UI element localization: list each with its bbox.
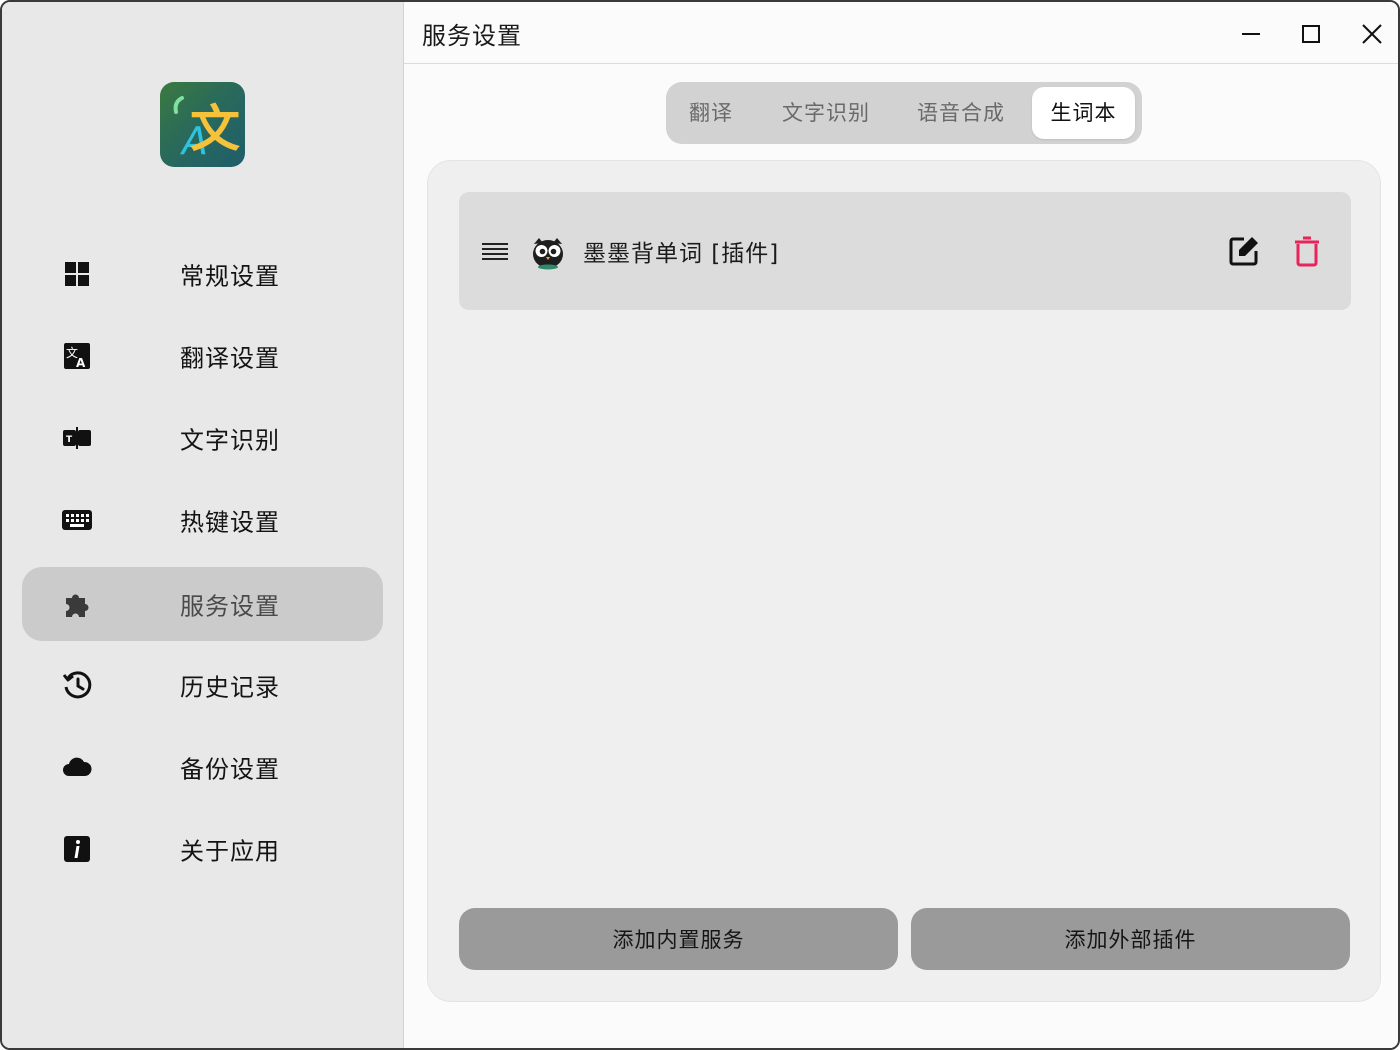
delete-service-button[interactable] (1286, 230, 1328, 272)
svg-text:文: 文 (190, 100, 240, 158)
sidebar-item-label: 翻译设置 (180, 344, 280, 373)
edit-icon (1229, 237, 1258, 266)
app-logo-icon: A 文 (173, 96, 240, 163)
cloud-icon (60, 750, 94, 784)
tab-ocr[interactable]: 文字识别 (766, 87, 886, 139)
service-list-panel: 墨墨背单词 [插件] 添加内置服务 添加外部插件 (427, 160, 1381, 1002)
sidebar-item-history[interactable]: 历史记录 (22, 648, 383, 722)
app-logo: A 文 (160, 82, 245, 167)
drag-handle-icon[interactable] (479, 235, 511, 267)
sidebar-item-label: 历史记录 (180, 673, 280, 702)
sidebar-item-label: 文字识别 (180, 426, 280, 455)
sidebar-item-hotkey[interactable]: 热键设置 (22, 483, 383, 557)
keyboard-icon (60, 503, 94, 537)
sidebar-item-general[interactable]: 常规设置 (22, 237, 383, 311)
title-bar: 服务设置 (404, 2, 1398, 64)
svg-text:A: A (76, 356, 86, 370)
edit-service-button[interactable] (1223, 230, 1265, 272)
sidebar-item-label: 备份设置 (180, 755, 280, 784)
owl-icon (533, 238, 563, 270)
list-item[interactable]: 墨墨背单词 [插件] (459, 192, 1351, 310)
add-external-plugin-button[interactable]: 添加外部插件 (911, 908, 1350, 970)
window-title: 服务设置 (422, 22, 522, 50)
sidebar-item-label: 常规设置 (180, 262, 280, 291)
translate-icon: 文 A (60, 339, 94, 373)
app-window: A 文 常规设置 文 A 翻译设置 T 文字识别 热键设置 服务设置 历史记录 … (0, 0, 1400, 1050)
close-icon (1362, 24, 1382, 44)
grid-icon (60, 257, 94, 291)
add-builtin-service-button[interactable]: 添加内置服务 (459, 908, 898, 970)
service-name: 墨墨背单词 [插件] (583, 241, 780, 267)
info-icon (60, 832, 94, 866)
sidebar-item-backup[interactable]: 备份设置 (22, 730, 383, 804)
sidebar-item-label: 关于应用 (180, 837, 280, 866)
sidebar-item-label: 服务设置 (180, 592, 280, 621)
tab-translate[interactable]: 翻译 (671, 87, 751, 139)
minimize-button[interactable] (1231, 14, 1271, 54)
history-icon (60, 668, 94, 702)
svg-text:T: T (66, 435, 73, 445)
maximize-icon (1302, 25, 1320, 43)
trash-icon (1295, 236, 1319, 267)
sidebar-item-ocr[interactable]: T 文字识别 (22, 401, 383, 475)
sidebar-item-translate[interactable]: 文 A 翻译设置 (22, 319, 383, 393)
sidebar: A 文 常规设置 文 A 翻译设置 T 文字识别 热键设置 服务设置 历史记录 … (2, 2, 404, 1048)
service-tabs: 翻译 文字识别 语音合成 生词本 (666, 82, 1142, 144)
tab-vocabulary[interactable]: 生词本 (1032, 87, 1135, 139)
maximize-button[interactable] (1291, 14, 1331, 54)
sidebar-item-services[interactable]: 服务设置 (22, 567, 383, 641)
minimize-icon (1242, 33, 1260, 35)
main-content: 翻译 文字识别 语音合成 生词本 墨墨背单词 [插件] 添加内置服务 添加外部插… (404, 64, 1398, 1048)
text-recognition-icon: T (60, 421, 94, 455)
close-button[interactable] (1352, 14, 1392, 54)
puzzle-icon (60, 587, 94, 621)
sidebar-item-about[interactable]: 关于应用 (22, 812, 383, 886)
sidebar-item-label: 热键设置 (180, 508, 280, 537)
tab-tts[interactable]: 语音合成 (901, 87, 1021, 139)
